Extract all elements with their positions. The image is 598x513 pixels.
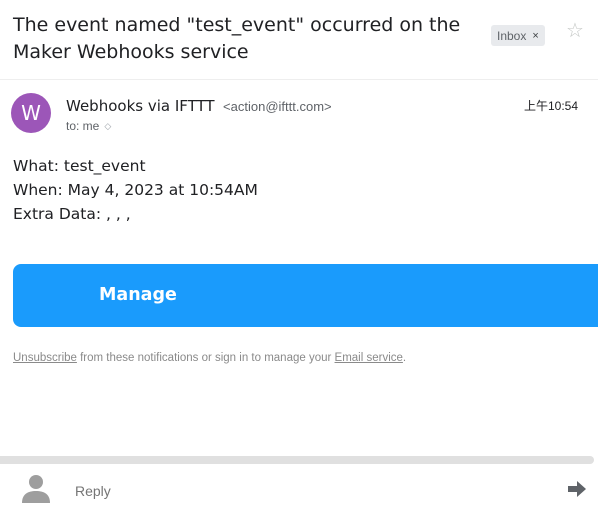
chevron-updown-icon[interactable]: ◇ [104, 121, 111, 131]
inbox-label-chip[interactable]: Inbox × [491, 25, 545, 46]
email-header: The event named "test_event" occurred on… [0, 0, 598, 80]
email-body: What: test_event When: May 4, 2023 at 10… [13, 154, 258, 226]
email-time: 上午10:54 [523, 99, 578, 113]
sender-name[interactable]: Webhooks via IFTTT [66, 97, 215, 115]
manage-button-label: Manage [99, 285, 177, 305]
star-icon[interactable]: ☆ [566, 18, 584, 43]
reply-input[interactable]: Reply [75, 483, 111, 499]
sender-line: Webhooks via IFTTT <action@ifttt.com> [66, 97, 332, 116]
recipient-text: to: me [66, 119, 100, 133]
unsubscribe-link[interactable]: Unsubscribe [13, 352, 77, 364]
body-extra-line: Extra Data: , , , [13, 205, 131, 223]
sender-avatar: W [11, 93, 51, 133]
body-what-line: What: test_event [13, 157, 146, 175]
manage-button[interactable]: Manage [13, 264, 598, 327]
recipient-line[interactable]: to: me ◇ [66, 119, 111, 133]
body-when-line: When: May 4, 2023 at 10:54AM [13, 181, 258, 199]
forward-icon[interactable] [568, 481, 586, 497]
person-icon [22, 475, 50, 503]
email-subject: The event named "test_event" occurred on… [13, 14, 461, 63]
footer-middle-text: from these notifications or sign in to m… [76, 352, 335, 364]
remove-label-icon[interactable]: × [532, 30, 538, 42]
email-service-link[interactable]: Email service [335, 352, 403, 364]
footer-end-text: . [402, 352, 407, 364]
footer-note: Unsubscribe from these notifications or … [13, 352, 406, 364]
sender-email: <action@ifttt.com> [223, 99, 332, 114]
inbox-label-text: Inbox [497, 28, 527, 43]
scroll-divider [0, 456, 594, 464]
